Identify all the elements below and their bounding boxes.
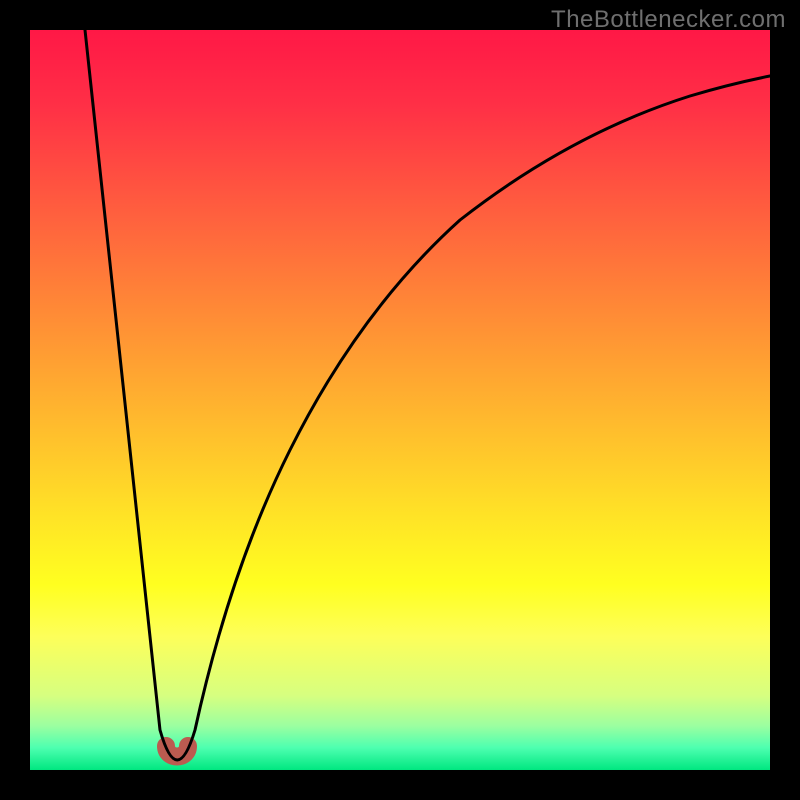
bottleneck-curve [85, 30, 770, 760]
plot-area [30, 30, 770, 770]
chart-frame: TheBottlenecker.com [0, 0, 800, 800]
curve-layer [30, 30, 770, 770]
